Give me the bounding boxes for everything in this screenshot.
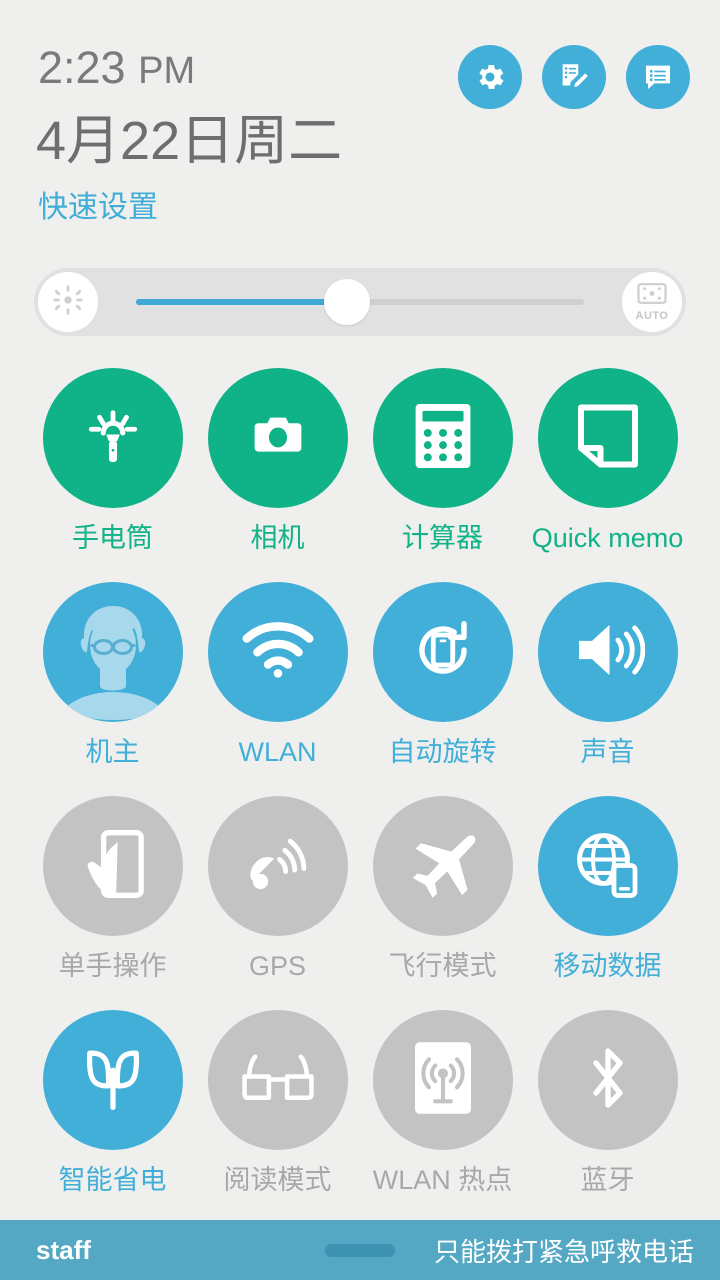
- mobile-data-icon: [572, 828, 644, 905]
- toggle-circle: [42, 1010, 183, 1150]
- page-title: 快速设置: [38, 191, 158, 224]
- clock-ampm: PM: [138, 50, 196, 92]
- toggle-label: 手电筒: [72, 523, 153, 553]
- one-hand-operation-icon: [80, 828, 146, 905]
- toggle-circle: [207, 368, 348, 508]
- gear-icon: [473, 60, 507, 94]
- toggle-power-saving[interactable]: 智能省电: [30, 1010, 195, 1224]
- toggle-label: 移动数据: [553, 951, 662, 981]
- auto-brightness-icon: [637, 282, 667, 309]
- carrier-label: staff: [36, 1234, 91, 1265]
- toggle-row: 手电筒 相机 计算器 Quick memo: [0, 368, 720, 582]
- sound-icon: [571, 618, 645, 687]
- toggle-grid: 手电筒 相机 计算器 Quick memo 机主 WLAN 自动旋转 声音 单手…: [0, 368, 720, 1224]
- toggle-label: 机主: [85, 737, 140, 767]
- clock-time: 2:23: [38, 42, 126, 93]
- flashlight-icon: [77, 400, 149, 477]
- toggle-camera[interactable]: 相机: [195, 368, 360, 582]
- brightness-low-button[interactable]: [38, 272, 98, 332]
- toggle-sound[interactable]: 声音: [525, 582, 690, 796]
- toggle-label: 计算器: [402, 523, 483, 553]
- message-list-icon: [641, 60, 675, 94]
- toggle-circle: [372, 1010, 513, 1150]
- toggle-quick-memo[interactable]: Quick memo: [525, 368, 690, 582]
- toggle-circle: [207, 1010, 348, 1150]
- toggle-label: 飞行模式: [388, 951, 497, 981]
- brightness-low-icon: [51, 283, 85, 322]
- slider-fill: [136, 299, 347, 305]
- slider-thumb[interactable]: [323, 279, 370, 325]
- toggle-circle: [372, 368, 513, 508]
- quick-settings-screen: 2:23 PM 4月22日周二 快速设置 AUTO 手电筒 相机 计算器 Qui…: [0, 0, 720, 1280]
- toggle-row: 智能省电 阅读模式 WLAN 热点 蓝牙: [0, 1010, 720, 1224]
- toggle-owner[interactable]: 机主: [30, 582, 195, 796]
- toggle-circle: [537, 1010, 678, 1150]
- edit-notes-button[interactable]: [542, 45, 606, 109]
- toggle-label: 声音: [580, 737, 635, 767]
- camera-icon: [244, 402, 312, 475]
- toggle-circle: [42, 582, 183, 722]
- toggle-mobile-data[interactable]: 移动数据: [525, 796, 690, 1010]
- reading-mode-icon: [240, 1052, 316, 1109]
- toggle-circle: [537, 582, 678, 722]
- auto-rotate-icon: [407, 614, 479, 691]
- toggle-label: 智能省电: [58, 1165, 167, 1195]
- owner-avatar-icon: [43, 582, 183, 722]
- clock: 2:23 PM: [38, 42, 195, 97]
- header-actions: [458, 45, 690, 109]
- toggle-calculator[interactable]: 计算器: [360, 368, 525, 582]
- auto-label: AUTO: [635, 309, 669, 322]
- toggle-wlan-hotspot[interactable]: WLAN 热点: [360, 1010, 525, 1224]
- wifi-icon: [241, 621, 315, 684]
- toggle-circle: [42, 796, 183, 936]
- toggle-auto-rotate[interactable]: 自动旋转: [360, 582, 525, 796]
- toggle-label: GPS: [248, 951, 307, 981]
- toggle-label: WLAN: [238, 737, 317, 767]
- drag-handle[interactable]: [325, 1244, 395, 1257]
- toggle-gps[interactable]: GPS: [195, 796, 360, 1010]
- gps-icon: [243, 829, 313, 904]
- settings-button[interactable]: [458, 45, 522, 109]
- toggle-label: 相机: [250, 523, 305, 553]
- auto-brightness-button[interactable]: AUTO: [622, 272, 682, 332]
- toggle-label: WLAN 热点: [372, 1165, 513, 1195]
- toggle-circle: [372, 796, 513, 936]
- brightness-bar: AUTO: [34, 268, 686, 336]
- toggle-circle: [207, 582, 348, 722]
- brightness-slider[interactable]: [136, 268, 584, 336]
- toggle-reading-mode[interactable]: 阅读模式: [195, 1010, 360, 1224]
- header: 2:23 PM 4月22日周二 快速设置: [0, 0, 720, 250]
- airplane-icon: [406, 830, 480, 903]
- calculator-icon: [412, 401, 474, 476]
- toggle-row: 机主 WLAN 自动旋转 声音: [0, 582, 720, 796]
- toggle-bluetooth[interactable]: 蓝牙: [525, 1010, 690, 1224]
- toggle-label: 单手操作: [58, 951, 167, 981]
- toggle-label: 自动旋转: [388, 737, 497, 767]
- notifications-button[interactable]: [626, 45, 690, 109]
- toggle-airplane-mode[interactable]: 飞行模式: [360, 796, 525, 1010]
- toggle-label: 蓝牙: [580, 1165, 635, 1195]
- toggle-circle: [372, 582, 513, 722]
- bottom-status-bar: staff 只能拨打紧急呼救电话: [0, 1220, 720, 1280]
- quick-memo-icon: [576, 403, 640, 474]
- toggle-circle: [42, 368, 183, 508]
- toggle-label: Quick memo: [531, 523, 684, 553]
- power-saving-icon: [79, 1042, 147, 1119]
- note-edit-icon: [557, 60, 591, 94]
- emergency-call-text: 只能拨打紧急呼救电话: [433, 1236, 694, 1267]
- date-text: 4月22日周二: [36, 111, 343, 171]
- toggle-flashlight[interactable]: 手电筒: [30, 368, 195, 582]
- bluetooth-icon: [584, 1042, 632, 1119]
- toggle-one-hand-operation[interactable]: 单手操作: [30, 796, 195, 1010]
- toggle-label: 阅读模式: [223, 1165, 332, 1195]
- toggle-wlan[interactable]: WLAN: [195, 582, 360, 796]
- toggle-circle: [207, 796, 348, 936]
- toggle-circle: [537, 368, 678, 508]
- toggle-circle: [537, 796, 678, 936]
- toggle-row: 单手操作 GPS 飞行模式 移动数据: [0, 796, 720, 1010]
- hotspot-icon: [414, 1041, 471, 1119]
